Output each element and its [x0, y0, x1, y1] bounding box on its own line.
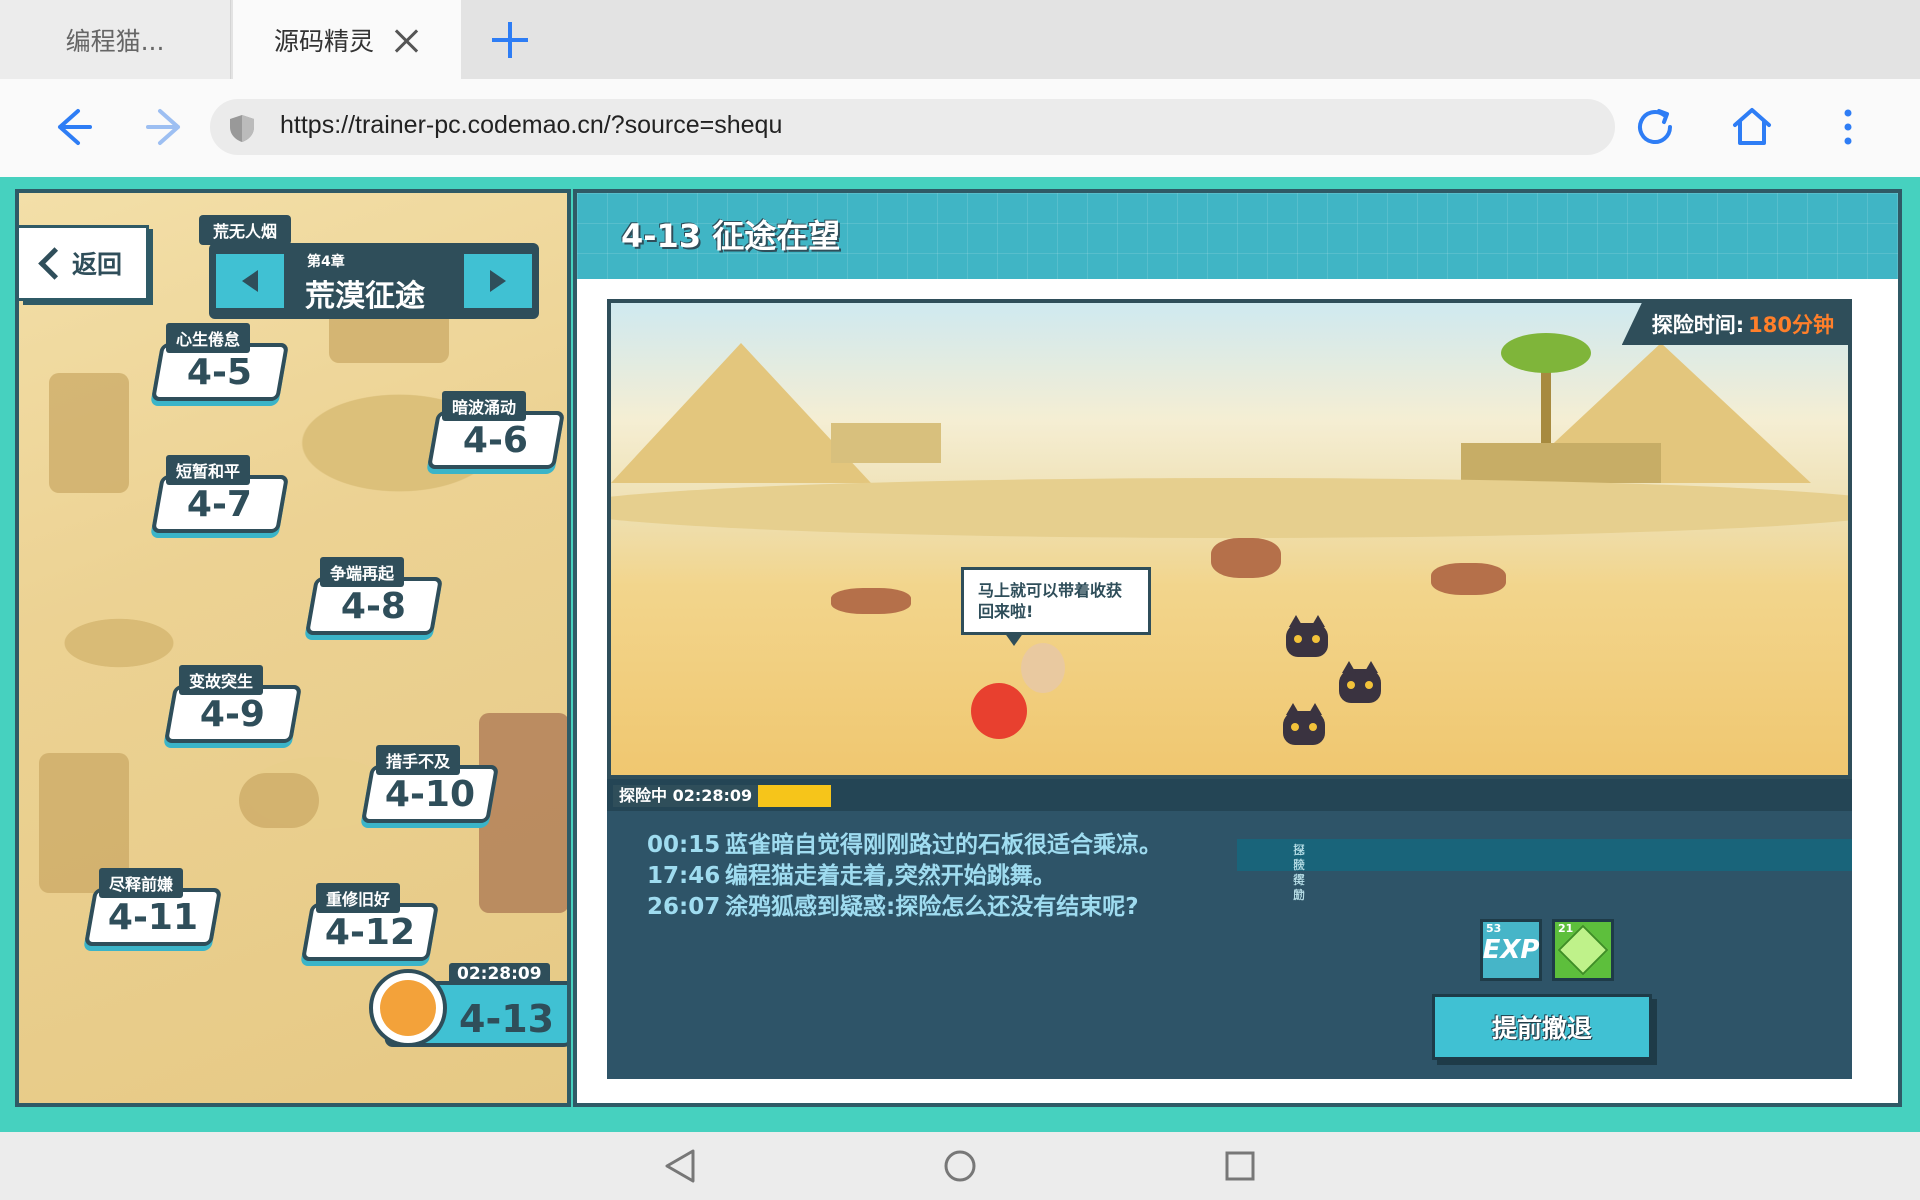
shadow-cat-enemy: [1339, 661, 1381, 703]
explore-time-banner: 探险时间: 180分钟: [1621, 303, 1848, 345]
level-name: 变故突生: [179, 665, 264, 695]
palm-leaves: [1501, 333, 1591, 373]
level-name: 心生倦怠: [166, 323, 251, 353]
expedition-info: 探险中 02:28:09 00:15 蓝雀暗自觉得刚刚路过的石板很适合乘凉。 1…: [607, 779, 1852, 1079]
panel-title: 4-13 征途在望: [621, 217, 841, 255]
level-code: 4-9: [200, 693, 266, 735]
game-area: 返回 荒无人烟 第4章 荒漠征途 心生倦怠 4-5 暗波涌动 4-6 短暂和平 …: [0, 177, 1920, 1132]
system-nav-bar: [0, 1132, 1920, 1200]
tab-label: 编程猫...: [65, 26, 165, 56]
url-text: https://trainer-pc.codemao.cn/?source=sh…: [280, 111, 783, 139]
log-time: 00:15: [647, 832, 721, 858]
level-code: 4-7: [187, 483, 253, 525]
log-text: 编程猫走着走着,突然开始跳舞。: [725, 863, 1056, 889]
level-code: 4-11: [107, 896, 199, 938]
speech-bubble: 马上就可以带着收获回来啦!: [961, 567, 1151, 646]
chapter-selector: 第4章 荒漠征途: [209, 243, 539, 319]
prev-chapter-tag: 荒无人烟: [199, 215, 292, 245]
url-bar[interactable]: https://trainer-pc.codemao.cn/?source=sh…: [210, 99, 1615, 155]
exp-icon: 53 EXP: [1480, 919, 1542, 981]
shield-icon: [228, 113, 256, 147]
forward-arrow-icon[interactable]: [138, 99, 194, 155]
tab-source-sprite[interactable]: 源码精灵: [233, 0, 461, 79]
rock: [831, 588, 911, 614]
chapter-number: 第4章: [307, 254, 345, 270]
level-code: 4-6: [463, 419, 529, 461]
codemao-character: [971, 683, 1027, 739]
fox-character: [1021, 643, 1065, 693]
system-recents-icon[interactable]: [1218, 1144, 1262, 1188]
back-arrow-icon[interactable]: [44, 99, 100, 155]
tab-codemao[interactable]: 编程猫...: [0, 0, 231, 79]
log-text: 涂鸦狐感到疑惑:探险怎么还没有结束呢?: [725, 894, 1139, 920]
level-code: 4-10: [384, 773, 476, 815]
rock: [1211, 538, 1281, 578]
explore-time-value: 180分钟: [1748, 313, 1834, 337]
rewards-header: 已获得的 探险奖励: [1237, 839, 1852, 902]
level-code: 4-12: [324, 911, 416, 953]
level-name: 重修旧好: [316, 883, 401, 913]
level-code: 4-8: [341, 585, 407, 627]
progress-strip: 探险中 02:28:09: [607, 779, 1852, 811]
dune: [611, 478, 1848, 538]
explore-time-label: 探险时间:: [1651, 313, 1745, 337]
rock: [1431, 563, 1506, 595]
chevron-left-icon: [38, 246, 71, 280]
chapter-title: 荒漠征途: [305, 279, 425, 314]
chapter-map: 返回 荒无人烟 第4章 荒漠征途 心生倦怠 4-5 暗波涌动 4-6 短暂和平 …: [15, 189, 571, 1107]
level-code: 4-5: [187, 351, 253, 393]
reward-count: 53: [1486, 922, 1502, 935]
expedition-progress-bar: 探险中 02:28:09: [613, 785, 831, 807]
browser-tab-bar: 编程猫... 源码精灵: [0, 0, 1920, 79]
level-name: 短暂和平: [166, 455, 251, 485]
prev-chapter-button[interactable]: [213, 251, 287, 311]
ruins: [1461, 443, 1661, 483]
current-level-4-13[interactable]: 02:28:09 4-13: [369, 963, 567, 1051]
triangle-left-icon: [242, 270, 258, 292]
next-chapter-button[interactable]: [461, 251, 535, 311]
panel-header: 4-13 征途在望: [577, 193, 1898, 279]
log-entry: 17:46 编程猫走着走着,突然开始跳舞。: [647, 862, 1187, 891]
level-name: 尽释前嫌: [99, 868, 184, 898]
log-time: 26:07: [647, 894, 721, 920]
home-icon[interactable]: [1724, 99, 1780, 155]
shadow-cat-enemy: [1283, 703, 1325, 745]
level-name: 争端再起: [320, 557, 405, 587]
map-rock: [49, 373, 129, 493]
log-time: 17:46: [647, 863, 721, 889]
map-boulder: [239, 773, 319, 828]
close-icon[interactable]: [392, 26, 420, 54]
level-name: 措手不及: [376, 745, 461, 775]
progress-label: 探险中 02:28:09: [613, 785, 759, 807]
gem-icon: 21: [1552, 919, 1614, 981]
browser-nav-bar: https://trainer-pc.codemao.cn/?source=sh…: [0, 79, 1920, 178]
log-text: 蓝雀暗自觉得刚刚路过的石板很适合乘凉。: [725, 832, 1162, 858]
expedition-log: 00:15 蓝雀暗自觉得刚刚路过的石板很适合乘凉。 17:46 编程猫走着走着,…: [647, 831, 1187, 924]
log-entry: 00:15 蓝雀暗自觉得刚刚路过的石板很适合乘凉。: [647, 831, 1187, 860]
current-level-code: 4-13: [459, 997, 555, 1041]
tab-label: 源码精灵: [273, 26, 374, 56]
retreat-button[interactable]: 提前撤退: [1432, 994, 1652, 1060]
system-back-icon[interactable]: [658, 1144, 702, 1188]
new-tab-icon[interactable]: [490, 20, 530, 60]
expedition-panel: 4-13 征途在望 探险时间: 180分钟 马上就可以带着收获回来啦! 探险中 …: [573, 189, 1902, 1107]
triangle-right-icon: [490, 270, 506, 292]
map-cliff: [479, 713, 567, 913]
back-button[interactable]: 返回: [19, 225, 149, 301]
ruins: [831, 423, 941, 463]
explorer-avatar: [369, 969, 447, 1047]
reward-count: 21: [1558, 922, 1574, 935]
shadow-cat-enemy: [1286, 615, 1328, 657]
reward-label: EXP: [1482, 935, 1540, 965]
desert-scene: 探险时间: 180分钟 马上就可以带着收获回来啦!: [607, 299, 1852, 779]
current-level-timer: 02:28:09: [449, 963, 550, 985]
more-menu-icon[interactable]: [1820, 99, 1876, 155]
system-home-icon[interactable]: [938, 1144, 982, 1188]
log-entry: 26:07 涂鸦狐感到疑惑:探险怎么还没有结束呢?: [647, 893, 1187, 922]
level-name: 暗波涌动: [442, 391, 527, 421]
reload-icon[interactable]: [1627, 99, 1683, 155]
back-label: 返回: [71, 250, 122, 279]
